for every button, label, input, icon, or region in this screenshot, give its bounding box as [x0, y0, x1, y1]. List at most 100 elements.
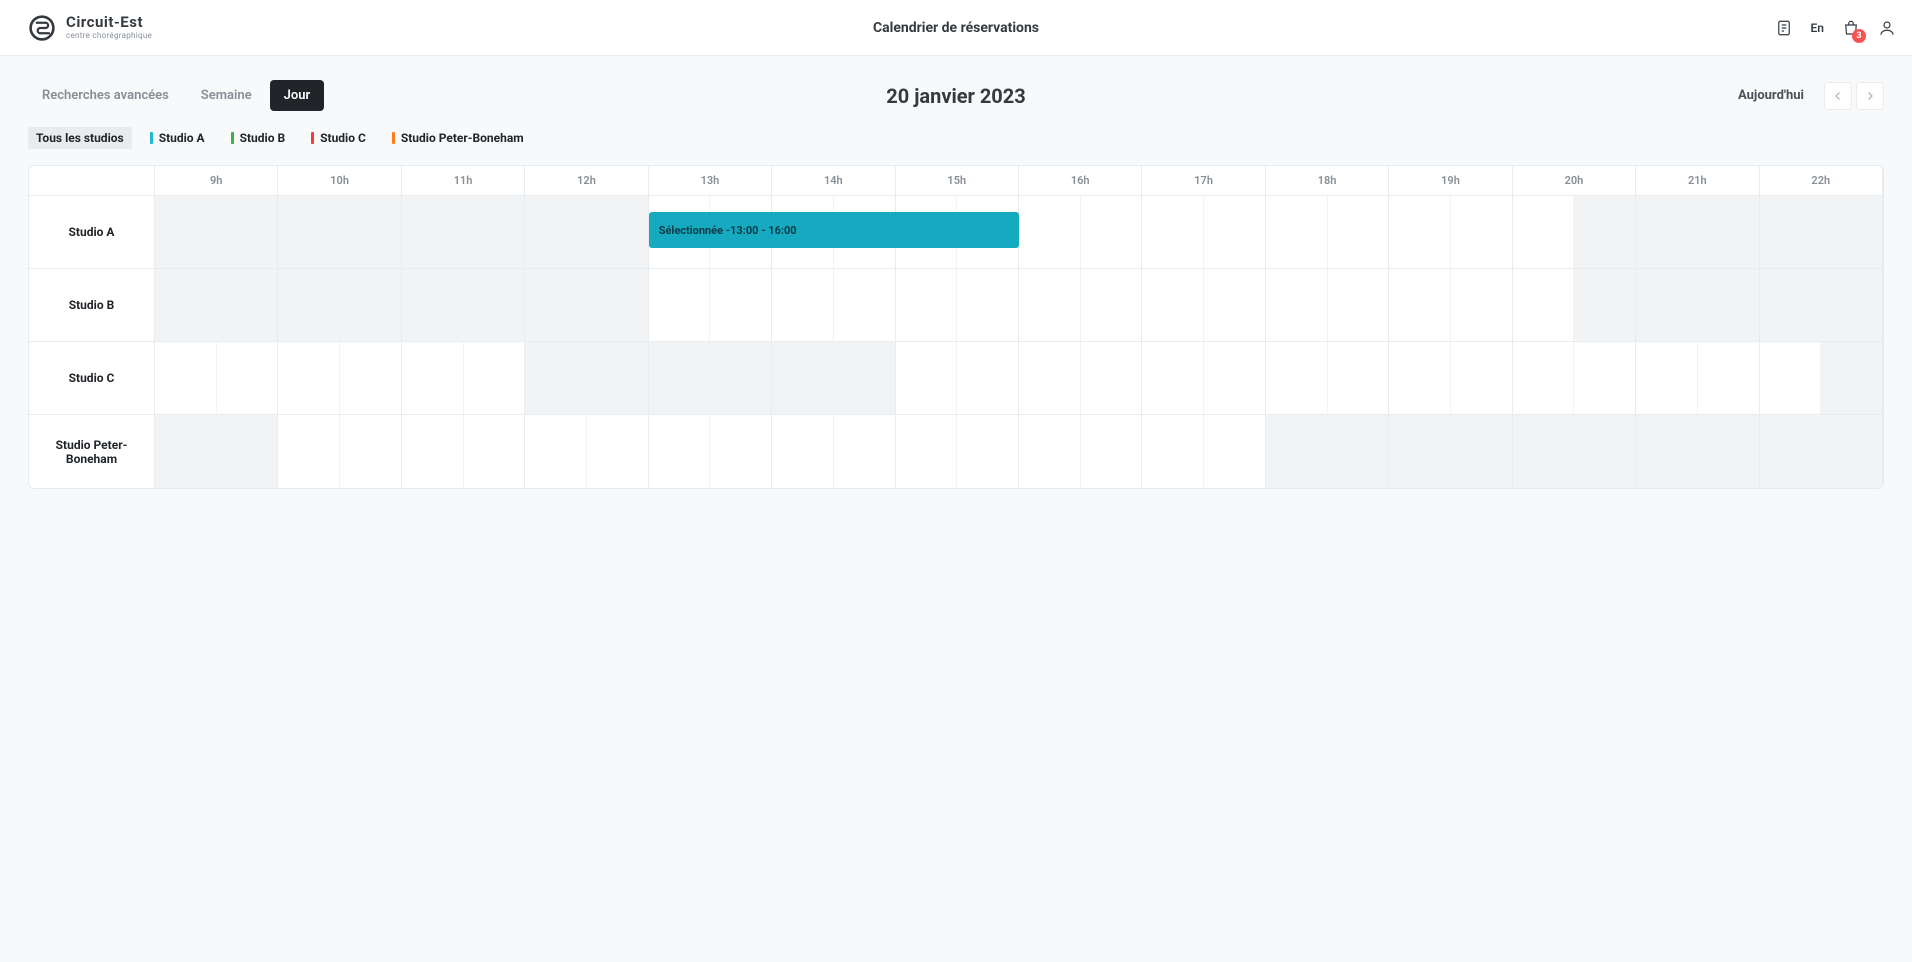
time-slot[interactable]	[772, 269, 834, 341]
filter-studio-chip[interactable]: Studio A	[142, 127, 213, 149]
time-slot[interactable]	[1698, 342, 1760, 414]
time-slot[interactable]	[1389, 269, 1451, 341]
language-button[interactable]: En	[1811, 21, 1824, 35]
logo-title: Circuit-Est	[66, 15, 152, 30]
cart-badge: 3	[1852, 29, 1866, 43]
calendar-grid-body: Studio ASélectionnée -13:00 - 16:00Studi…	[29, 196, 1883, 488]
time-slot[interactable]	[525, 415, 587, 488]
document-icon[interactable]	[1775, 19, 1793, 37]
time-slot[interactable]	[464, 415, 526, 488]
filter-label: Studio A	[159, 131, 205, 145]
time-slot[interactable]	[957, 342, 1019, 414]
time-slot[interactable]	[340, 342, 402, 414]
time-slot[interactable]	[1389, 196, 1451, 268]
next-day-button[interactable]	[1856, 82, 1884, 110]
time-slot	[464, 269, 526, 341]
prev-day-button[interactable]	[1824, 82, 1852, 110]
time-slot[interactable]	[649, 269, 711, 341]
advanced-search-button[interactable]: Recherches avancées	[28, 80, 183, 111]
time-slot[interactable]	[1019, 342, 1081, 414]
day-view-button[interactable]: Jour	[270, 80, 325, 111]
time-slot	[525, 342, 587, 414]
hour-header: 15h	[896, 166, 1019, 195]
today-button[interactable]: Aujourd'hui	[1728, 82, 1814, 109]
time-slot[interactable]	[1019, 196, 1081, 268]
time-slot[interactable]	[1266, 342, 1328, 414]
time-slot[interactable]	[957, 415, 1019, 488]
time-slot[interactable]	[834, 415, 896, 488]
time-slot[interactable]	[1081, 269, 1143, 341]
view-switch-group: Recherches avancées Semaine Jour	[28, 80, 324, 111]
time-slot[interactable]	[1389, 342, 1451, 414]
time-slot[interactable]	[1019, 415, 1081, 488]
time-slot[interactable]	[1142, 342, 1204, 414]
time-slot[interactable]	[1451, 269, 1513, 341]
time-slot[interactable]	[155, 342, 217, 414]
cart-button[interactable]: 3	[1842, 19, 1860, 37]
time-slot[interactable]	[1266, 196, 1328, 268]
time-slot[interactable]	[340, 415, 402, 488]
time-slot[interactable]	[1451, 342, 1513, 414]
time-slot[interactable]	[1513, 269, 1575, 341]
booking-block[interactable]: Sélectionnée -13:00 - 16:00	[649, 212, 1019, 248]
time-slot[interactable]	[1081, 342, 1143, 414]
time-slot	[1574, 415, 1636, 488]
time-slot[interactable]	[402, 415, 464, 488]
time-slot[interactable]	[1204, 415, 1266, 488]
time-slot[interactable]	[772, 415, 834, 488]
filter-studio-chip[interactable]: Studio C	[303, 127, 374, 149]
time-slot	[1821, 415, 1883, 488]
filter-studio-chip[interactable]: Studio Peter-Boneham	[384, 127, 532, 149]
time-slot[interactable]	[896, 269, 958, 341]
time-slot	[1821, 269, 1883, 341]
time-slot[interactable]	[1204, 196, 1266, 268]
time-slot[interactable]	[1142, 196, 1204, 268]
calendar-grid-header: 9h10h11h12h13h14h15h16h17h18h19h20h21h22…	[29, 166, 1883, 196]
time-slot[interactable]	[896, 415, 958, 488]
filter-studio-chip[interactable]: Studio B	[223, 127, 294, 149]
time-slot[interactable]	[217, 342, 279, 414]
time-slot[interactable]	[1142, 269, 1204, 341]
time-slot[interactable]	[1204, 269, 1266, 341]
time-slot[interactable]	[587, 415, 649, 488]
time-slot[interactable]	[1451, 196, 1513, 268]
time-slot[interactable]	[1513, 342, 1575, 414]
time-slot[interactable]	[1328, 342, 1390, 414]
time-slot[interactable]	[957, 269, 1019, 341]
user-icon[interactable]	[1878, 19, 1896, 37]
time-slot[interactable]	[402, 342, 464, 414]
time-slot[interactable]	[834, 269, 896, 341]
calendar-toolbar: Recherches avancées Semaine Jour 20 janv…	[0, 56, 1912, 123]
time-slot[interactable]	[1328, 196, 1390, 268]
studio-row: Studio Peter-Boneham	[29, 415, 1883, 488]
time-slot[interactable]	[1204, 342, 1266, 414]
time-slot[interactable]	[1636, 342, 1698, 414]
time-slot[interactable]	[649, 415, 711, 488]
time-slot[interactable]	[1081, 196, 1143, 268]
time-slot[interactable]	[1513, 196, 1575, 268]
time-slot[interactable]	[710, 269, 772, 341]
week-view-button[interactable]: Semaine	[187, 80, 266, 111]
time-slot[interactable]	[1574, 342, 1636, 414]
hour-header: 10h	[278, 166, 401, 195]
time-slot[interactable]	[896, 342, 958, 414]
time-slot[interactable]	[1081, 415, 1143, 488]
time-slot[interactable]	[1266, 269, 1328, 341]
time-slot[interactable]	[278, 415, 340, 488]
filter-all-studios[interactable]: Tous les studios	[28, 127, 132, 149]
time-slot[interactable]	[1019, 269, 1081, 341]
studio-row: Studio C	[29, 342, 1883, 415]
studio-row-label: Studio B	[29, 269, 155, 341]
time-slot[interactable]	[278, 342, 340, 414]
time-slot	[1821, 196, 1883, 268]
time-slot	[217, 196, 279, 268]
time-slot	[1266, 415, 1328, 488]
time-slot	[587, 342, 649, 414]
hour-header: 18h	[1266, 166, 1389, 195]
time-slot[interactable]	[464, 342, 526, 414]
time-slot[interactable]	[1760, 342, 1822, 414]
time-slot[interactable]	[1142, 415, 1204, 488]
logo[interactable]: Circuit-Est centre chorégraphique	[28, 14, 152, 42]
time-slot[interactable]	[710, 415, 772, 488]
time-slot[interactable]	[1328, 269, 1390, 341]
